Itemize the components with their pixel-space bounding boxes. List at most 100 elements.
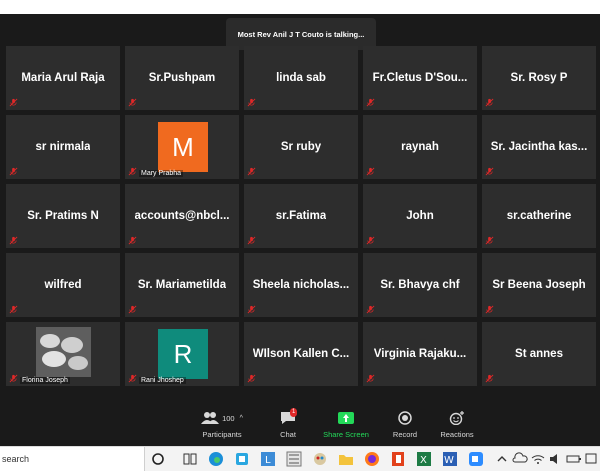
muted-mic-icon [366, 167, 375, 176]
wifi-icon[interactable] [530, 451, 546, 467]
muted-mic-icon [9, 305, 18, 314]
teams-chat-icon[interactable] [234, 451, 250, 467]
notification-icon[interactable] [584, 451, 600, 467]
participant-tile[interactable]: R Rani Jhoshep [125, 322, 239, 386]
chat-label: Chat [280, 430, 296, 439]
participant-tile[interactable]: Maria Arul Raja [6, 46, 120, 110]
muted-mic-icon [9, 167, 18, 176]
participant-tile[interactable]: Sr Beena Joseph [482, 253, 596, 317]
reactions-label: Reactions [440, 430, 474, 439]
muted-mic-icon [128, 236, 137, 245]
muted-mic-icon [485, 167, 494, 176]
muted-mic-icon [128, 167, 137, 176]
record-icon [398, 411, 412, 425]
participant-name: Fr.Cletus D'Sou... [372, 72, 468, 84]
muted-mic-icon [366, 374, 375, 383]
participant-tile[interactable]: Sr ruby [244, 115, 358, 179]
firefox-icon[interactable] [364, 451, 380, 467]
participant-name: sr.catherine [506, 210, 572, 222]
participant-tile[interactable]: St annes [482, 322, 596, 386]
chevron-up-tray-icon[interactable] [494, 451, 510, 467]
office-icon[interactable] [390, 451, 406, 467]
participant-tile[interactable]: Virginia Rajaku... [363, 322, 477, 386]
share-screen-label: Share Screen [323, 430, 369, 439]
avatar-initial: R [173, 338, 193, 369]
participant-name: raynah [401, 141, 439, 153]
volume-icon[interactable] [548, 451, 564, 467]
participant-tile[interactable]: accounts@nbcl... [125, 184, 239, 248]
chevron-up-icon[interactable]: ^ [240, 415, 243, 422]
participant-name: John [406, 210, 434, 222]
participants-button[interactable]: 100 ^ Participants [190, 408, 254, 444]
participant-name: wilfred [44, 279, 82, 291]
participant-tile[interactable]: sr nirmala [6, 115, 120, 179]
participant-name: Sr. Mariametilda [137, 279, 227, 291]
participant-tile[interactable]: Sr. Bhavya chf [363, 253, 477, 317]
muted-mic-icon [485, 236, 494, 245]
participant-tile[interactable]: Sr.Pushpam [125, 46, 239, 110]
participant-name: sr.Fatima [275, 210, 327, 222]
app-l-icon[interactable]: L [260, 451, 276, 467]
participant-name: Florina Joseph [20, 377, 70, 384]
participant-tile[interactable]: linda sab [244, 46, 358, 110]
muted-mic-icon [247, 98, 256, 107]
participant-name: Sr ruby [280, 141, 322, 153]
paint-icon[interactable] [312, 451, 328, 467]
muted-mic-icon [247, 374, 256, 383]
muted-mic-icon [366, 305, 375, 314]
participants-icon [201, 412, 220, 424]
participant-name: Mary Prabha [139, 170, 184, 177]
participant-tile[interactable]: Florina Joseph [6, 322, 120, 386]
smiley-plus-icon [449, 411, 464, 425]
muted-mic-icon [247, 167, 256, 176]
participant-name: Sr. Jacintha kas... [490, 141, 588, 153]
participant-photo [36, 327, 91, 377]
participant-tile[interactable]: WIlson Kallen C... [244, 322, 358, 386]
svg-text:X: X [420, 455, 427, 466]
muted-mic-icon [366, 98, 375, 107]
zoom-app-icon[interactable] [468, 451, 484, 467]
app-grid-icon[interactable] [286, 451, 302, 467]
taskbar-search-box[interactable]: search [0, 447, 145, 471]
muted-mic-icon [485, 305, 494, 314]
participant-name: WIlson Kallen C... [252, 348, 350, 360]
participant-tile[interactable]: M Mary Prabha [125, 115, 239, 179]
muted-mic-icon [9, 374, 18, 383]
participant-tile[interactable]: Sr. Mariametilda [125, 253, 239, 317]
participant-tile[interactable]: Sr. Jacintha kas... [482, 115, 596, 179]
participant-tile[interactable]: sr.catherine [482, 184, 596, 248]
participant-name: Sheela nicholas... [252, 279, 350, 291]
taskbar-search-text: search [2, 454, 30, 464]
multitask-icon[interactable] [182, 451, 198, 467]
participants-count: 100 [222, 413, 235, 423]
svg-text:L: L [265, 455, 271, 466]
muted-mic-icon [485, 98, 494, 107]
folder-icon[interactable] [338, 451, 354, 467]
share-screen-button[interactable]: Share Screen [314, 408, 378, 444]
cloud-icon[interactable] [512, 451, 528, 467]
chat-button[interactable]: 1 Chat [256, 408, 320, 444]
participant-tile[interactable]: sr.Fatima [244, 184, 358, 248]
participant-tile[interactable]: Sr. Pratims N [6, 184, 120, 248]
participant-tile[interactable]: John [363, 184, 477, 248]
participant-tile[interactable]: wilfred [6, 253, 120, 317]
gallery-grid: Maria Arul Raja Sr.Pushpam linda sab Fr.Cle… [6, 46, 596, 386]
word-icon[interactable]: W [442, 451, 458, 467]
participant-tile[interactable]: Sr. Rosy P [482, 46, 596, 110]
participant-tile[interactable]: Fr.Cletus D'Sou... [363, 46, 477, 110]
participant-avatar: M [158, 122, 208, 172]
task-view-icon[interactable] [150, 451, 166, 467]
participant-avatar: R [158, 329, 208, 379]
participant-tile[interactable]: Sheela nicholas... [244, 253, 358, 317]
muted-mic-icon [128, 305, 137, 314]
battery-icon[interactable] [566, 451, 582, 467]
participant-tile[interactable]: raynah [363, 115, 477, 179]
muted-mic-icon [128, 98, 137, 107]
muted-mic-icon [485, 374, 494, 383]
excel-icon[interactable]: X [416, 451, 432, 467]
edge-icon[interactable] [208, 451, 224, 467]
participant-name: St annes [515, 348, 563, 360]
reactions-button[interactable]: Reactions [425, 408, 489, 444]
participant-name: Sr. Rosy P [510, 72, 568, 84]
participant-name: Virginia Rajaku... [373, 348, 467, 360]
